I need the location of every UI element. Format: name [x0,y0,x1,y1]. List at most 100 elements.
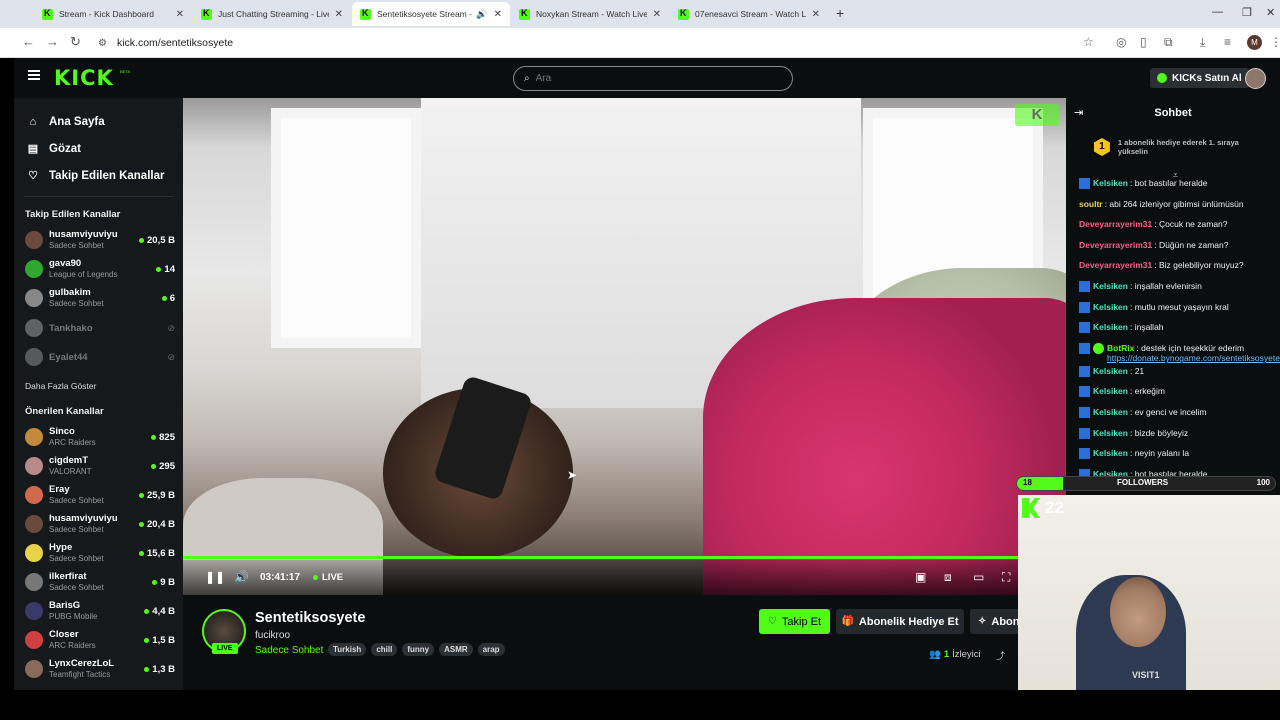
search-input[interactable] [535,73,736,84]
recommended-channel[interactable]: Eray Sadece Sohbet 25,9 B [25,481,175,509]
extension-icon[interactable]: ▯ [1140,35,1147,49]
recommended-channel[interactable]: husamviyuviyu Sadece Sohbet 20,4 B [25,510,175,538]
chat-username[interactable]: Kelsiken [1093,178,1128,188]
channel-name: Sinco [49,426,75,437]
chat-badge-icon [1079,280,1090,292]
gift-subscription-button[interactable]: 🎁 Abonelik Hediye Et [836,609,964,634]
stream-category[interactable]: Sadece Sohbet [255,645,323,656]
close-tab-icon[interactable]: ✕ [653,9,661,20]
tag[interactable]: chill [371,643,398,656]
puzzle-icon[interactable]: ⧉ [1164,35,1173,50]
minimize-icon[interactable]: — [1212,6,1223,18]
chat-username[interactable]: Kelsiken [1093,428,1128,438]
maximize-icon[interactable]: ❐ [1242,6,1252,19]
chat-username[interactable]: Deveyarrayerim31 [1079,219,1152,229]
speaker-icon[interactable]: 🔊 [476,9,487,20]
reload-icon[interactable]: ↻ [70,34,81,50]
bookmark-star-icon[interactable]: ☆ [1083,35,1094,49]
chat-message-body: Kelsiken: inşallah evlenirsin [1093,281,1202,292]
back-icon[interactable]: ← [22,34,35,49]
recommended-channel[interactable]: Hype Sadece Sohbet 15,6 B [25,539,175,567]
close-tab-icon[interactable]: ✕ [812,9,820,20]
viewer-count: 14 [156,264,175,275]
clip-icon[interactable]: ⧈ [944,570,952,585]
tag[interactable]: ASMR [439,643,473,656]
browser-tab[interactable]: Stream - Kick Dashboard ✕ [34,2,192,26]
forward-icon[interactable]: → [46,34,59,49]
chat-username[interactable]: Kelsiken [1093,322,1128,332]
kick-favicon-icon [519,8,530,20]
mini-player-icon[interactable]: ▣ [915,570,926,584]
video-player[interactable]: K ➤ ❚❚ 🔊 03:41:17 LIVE ▣ ⧈ ▭ ⛶ [183,98,1066,595]
recommended-channel[interactable]: cigdemT VALORANT 295 [25,452,175,480]
show-more-link[interactable]: Daha Fazla Göster [25,381,96,391]
viewer-label: İzleyici [952,649,981,660]
chat-username[interactable]: Deveyarrayerim31 [1079,260,1152,270]
hamburger-menu-icon[interactable] [28,70,40,80]
viewers-icon: 👥 [929,649,941,660]
streamer-name[interactable]: Sentetiksosyete [255,610,365,626]
gift-leaderboard-banner[interactable]: 1 1 abonelik hediye ederek 1. sıraya yük… [1094,138,1270,156]
url-field[interactable]: ⚙ kick.com/sentetiksosyete [92,32,1102,54]
theater-mode-icon[interactable]: ▭ [973,570,984,584]
site-info-icon[interactable]: ⚙ [98,38,107,49]
recommended-channel[interactable]: Closer ARC Raiders 1,5 B [25,626,175,654]
chat-username[interactable]: Kelsiken [1093,366,1128,376]
beta-label: BETA [120,69,131,74]
chat-username[interactable]: Kelsiken [1093,448,1128,458]
download-icon[interactable]: ⤓ [1200,35,1205,50]
live-dot-icon [156,266,162,272]
followed-channel-offline[interactable]: Eyalet44 ⊘ [25,343,175,371]
share-icon[interactable]: ⤴ [996,649,1005,662]
recommended-channel[interactable]: LynxCerezLoL Teamfight Tactics 1,3 B [25,655,175,683]
close-window-icon[interactable]: ✕ [1266,6,1275,19]
offline-icon: ⊘ [167,322,175,333]
chat-messages: Kelsiken: bot bastılar heralde soultr: ab… [1079,176,1280,487]
media-icon[interactable]: ≡ [1224,35,1231,49]
followed-channel[interactable]: husamviyuviyu Sadece Sohbet 20,5 B [25,226,175,254]
nav-browse[interactable]: ▤ Gözat [14,135,183,162]
recommended-channel[interactable]: BarisG PUBG Mobile 4,4 B [25,597,175,625]
progress-bar[interactable] [183,556,1066,559]
nav-home[interactable]: ⌂ Ana Sayfa [14,108,183,135]
fullscreen-icon[interactable]: ⛶ [1002,570,1010,585]
browser-tab[interactable]: Just Chatting Streaming - Live K... ✕ [193,2,351,26]
close-tab-icon[interactable]: ✕ [494,9,502,20]
nav-following[interactable]: ♡ Takip Edilen Kanallar [14,162,183,189]
chat-message-body: Deveyarrayerim31: Düğün ne zaman? [1079,240,1228,251]
followed-channel[interactable]: gava90 League of Legends 14 [25,255,175,283]
search-box[interactable]: ⌕ [513,66,793,91]
follow-button[interactable]: ♡ Takip Et [759,609,830,634]
menu-icon[interactable]: ⋮ [1270,35,1280,49]
chat-username[interactable]: soultr [1079,199,1103,209]
chat-username[interactable]: BotRix [1107,343,1134,353]
volume-icon[interactable]: 🔊 [234,570,249,584]
chat-badge-icon [1079,178,1090,189]
chat-link[interactable]: https://donate.bynogame.com/sentetiksosy… [1107,353,1280,364]
chat-username[interactable]: Deveyarrayerim31 [1079,240,1152,250]
kick-logo[interactable]: KICK [54,66,114,90]
close-tab-icon[interactable]: ✕ [335,9,343,20]
chat-username[interactable]: Kelsiken [1093,281,1128,291]
tag[interactable]: arap [477,643,505,656]
recommended-channel[interactable]: Sinco ARC Raiders 825 [25,423,175,451]
close-tab-icon[interactable]: ✕ [176,9,184,20]
live-indicator[interactable]: LIVE [313,572,343,583]
chat-username[interactable]: Kelsiken [1093,407,1128,417]
recommended-channel[interactable]: ilkerfirat Sadece Sohbet 9 B [25,568,175,596]
new-tab-icon[interactable]: + [836,5,844,21]
followed-channel[interactable]: gulbakim Sadece Sohbet 6 [25,284,175,312]
browser-tab[interactable]: 07enesavci Stream - Watch Live... ✕ [670,2,828,26]
tag[interactable]: Turkish [328,643,367,656]
buy-kicks-button[interactable]: KICKs Satın Al [1150,68,1249,88]
chat-username[interactable]: Kelsiken [1093,386,1128,396]
chat-username[interactable]: Kelsiken [1093,302,1128,312]
pause-icon[interactable]: ❚❚ [205,570,225,584]
browser-tab[interactable]: Noxykan Stream - Watch Live o... ✕ [511,2,669,26]
extension-icon[interactable]: ◎ [1116,35,1126,49]
user-avatar[interactable] [1245,68,1266,89]
browser-profile-avatar[interactable]: M [1247,35,1262,50]
browser-tab-active[interactable]: Sentetiksosyete Stream - W... 🔊 ✕ [352,2,510,26]
tag[interactable]: funny [402,643,435,656]
followed-channel-offline[interactable]: Tankhako ⊘ [25,314,175,342]
